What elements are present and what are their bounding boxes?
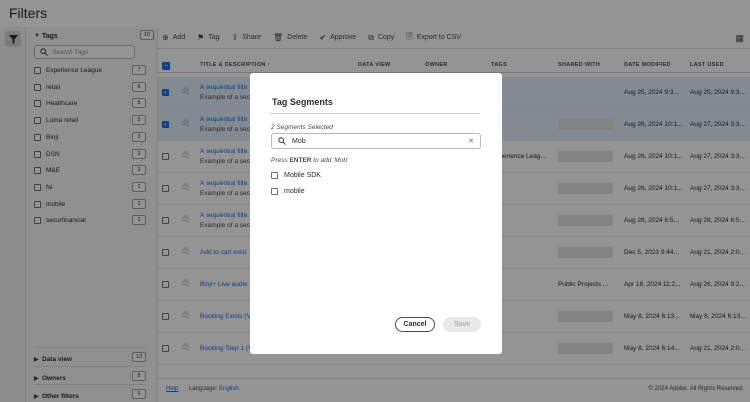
tag-option-mobile[interactable]: mobile: [271, 186, 391, 196]
tag-option-mobile-sdk[interactable]: Mobile SDK: [271, 170, 391, 180]
enter-hint: Press ENTER to add 'Mob': [271, 157, 348, 164]
dialog-divider: [270, 113, 480, 114]
dialog-title: Tag Segments: [272, 97, 333, 107]
option-label: mobile: [284, 187, 305, 195]
hint-suffix: to add 'Mob': [313, 157, 349, 164]
option-label: Mobile SDK: [284, 171, 321, 179]
tag-search-value: Mob: [292, 137, 306, 145]
tag-segments-dialog: Tag Segments 2 Segments Selected Mob ✕ P…: [250, 73, 502, 354]
checkbox[interactable]: [271, 187, 278, 195]
checkbox[interactable]: [271, 171, 278, 179]
hint-key: ENTER: [289, 157, 312, 164]
save-button[interactable]: Save: [443, 317, 481, 332]
search-icon: [278, 137, 286, 145]
hint-prefix: Press: [271, 157, 288, 164]
clear-icon[interactable]: ✕: [468, 137, 474, 145]
cancel-button[interactable]: Cancel: [395, 317, 435, 332]
selected-count-text: 2 Segments Selected: [271, 124, 333, 131]
tag-search-field[interactable]: Mob ✕: [271, 133, 481, 149]
